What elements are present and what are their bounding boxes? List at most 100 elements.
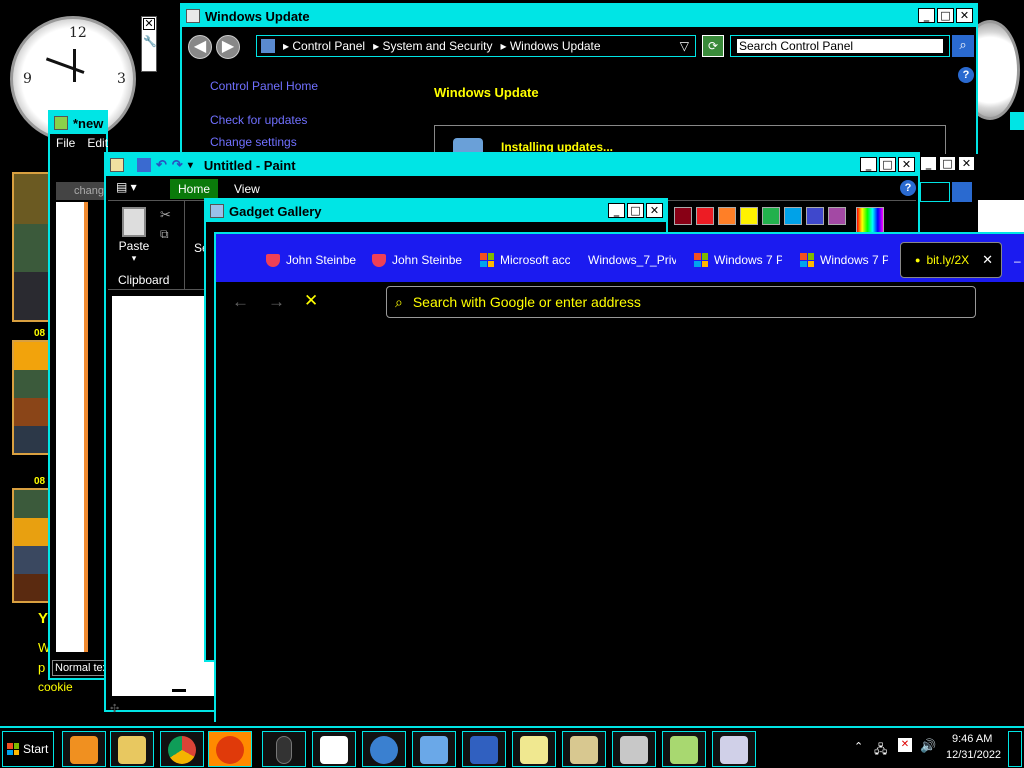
control-panel-home-link[interactable]: Control Panel Home	[210, 79, 318, 93]
color-swatch[interactable]	[806, 207, 824, 225]
title-bar[interactable]: *new 2 - Notepad++	[50, 112, 106, 134]
show-desktop-button[interactable]	[1008, 731, 1022, 767]
browser-tab[interactable]: Windows_7_Private	[588, 244, 676, 276]
address-bar[interactable]: ▸ Control Panel ▸ System and Security ▸ …	[256, 35, 696, 57]
media-player-icon[interactable]	[62, 731, 106, 767]
taskbar: Start ⌃ 🖧 ✕ 🔊 9:46 AM 12/31/2022	[0, 726, 1024, 768]
title-bar[interactable]: Windows Update	[182, 5, 976, 27]
breadcrumb-item[interactable]: ▸ Windows Update	[500, 39, 600, 53]
minimize-button[interactable]: _	[860, 157, 877, 172]
chevron-down-icon[interactable]: ▽	[680, 39, 689, 53]
color-swatch[interactable]	[762, 207, 780, 225]
maximize-button[interactable]: □	[937, 8, 954, 23]
forward-arrow-icon[interactable]: →	[268, 292, 285, 312]
refresh-button[interactable]: ⟳	[702, 35, 724, 57]
show-hidden-icons[interactable]: ⌃	[854, 740, 863, 753]
microsoft-icon	[800, 253, 814, 267]
minimize-button[interactable]: _	[920, 156, 937, 171]
search-icon[interactable]	[952, 182, 972, 202]
change-settings-link[interactable]: Change settings	[210, 135, 297, 149]
action-center-icon[interactable]: ✕	[898, 738, 912, 752]
clock-time[interactable]: 9:46 AM	[952, 733, 992, 745]
breadcrumb-item[interactable]: ▸ Control Panel	[283, 39, 365, 53]
menu-file[interactable]: File	[56, 136, 75, 150]
save-icon[interactable]	[137, 158, 151, 172]
forward-button[interactable]: ▶	[216, 35, 240, 59]
maximize-button[interactable]: □	[627, 203, 644, 218]
maximize-button[interactable]: □	[939, 156, 956, 171]
help-icon[interactable]: ?	[900, 180, 916, 196]
close-button[interactable]: ✕	[956, 8, 973, 23]
paint-menu-button[interactable]: ▤ ▾	[116, 180, 150, 198]
minimize-button[interactable]: _	[918, 8, 935, 23]
background-window-controls: _ □ ✕	[920, 154, 980, 218]
browser-tab-active[interactable]: ● bit.ly/2X ✕	[900, 242, 1002, 278]
windows-update-icon[interactable]	[712, 731, 756, 767]
start-button[interactable]: Start	[2, 731, 54, 767]
windows-logo-icon	[7, 743, 19, 755]
close-button[interactable]: ✕	[898, 157, 915, 172]
loading-dot-icon: ●	[915, 255, 921, 265]
search-control-panel-input[interactable]: Search Control Panel	[730, 35, 950, 57]
help-icon[interactable]: ?	[958, 67, 974, 83]
notepadpp-icon[interactable]	[662, 731, 706, 767]
maximize-button[interactable]: □	[879, 157, 896, 172]
color-swatch[interactable]	[740, 207, 758, 225]
color-swatch[interactable]	[696, 207, 714, 225]
file-explorer-icon[interactable]	[110, 731, 154, 767]
gadget-settings-icon[interactable]: 🔧	[143, 35, 157, 49]
tab-overflow[interactable]: –	[1014, 254, 1021, 268]
background-window-titlebar[interactable]	[1010, 112, 1024, 130]
color-swatch[interactable]	[718, 207, 736, 225]
fax-scan-icon[interactable]	[612, 731, 656, 767]
browser-tab[interactable]: John Steinbeck	[372, 244, 462, 276]
gadget-close-icon[interactable]: ✕	[143, 18, 155, 30]
redo-icon[interactable]: ↷	[172, 157, 183, 173]
tab-view[interactable]: View	[234, 179, 260, 199]
remote-desktop-icon[interactable]	[462, 731, 506, 767]
clock-date[interactable]: 12/31/2022	[946, 749, 1001, 761]
control-panel-icon[interactable]	[412, 731, 456, 767]
window-title: Windows Update	[205, 8, 310, 24]
copy-icon[interactable]: ⧉	[160, 227, 169, 242]
back-arrow-icon[interactable]: ←	[232, 292, 249, 312]
network-globe-icon[interactable]	[362, 731, 406, 767]
solitaire-icon[interactable]	[312, 731, 356, 767]
firefox-icon[interactable]	[208, 731, 252, 767]
search-icon[interactable]: ⌕	[952, 35, 974, 57]
title-bar[interactable]: ↶ ↷ ▾ Untitled - Paint	[106, 154, 918, 176]
page-title: Windows Update	[434, 85, 539, 100]
color-swatch[interactable]	[674, 207, 692, 225]
minimize-button[interactable]: _	[608, 203, 625, 218]
close-tab-icon[interactable]: ✕	[982, 252, 993, 268]
browser-tab[interactable]: John Steinbeck	[266, 244, 356, 276]
canvas-resize-handle[interactable]	[172, 689, 186, 692]
quick-access-dropdown-icon[interactable]: ▾	[188, 160, 193, 171]
chrome-icon[interactable]	[160, 731, 204, 767]
tab-change[interactable]: change	[56, 182, 106, 200]
menu-edit[interactable]: Edit	[87, 136, 108, 150]
sticky-notes-icon[interactable]	[512, 731, 556, 767]
color-swatch[interactable]	[828, 207, 846, 225]
tab-home[interactable]: Home	[170, 179, 218, 199]
breadcrumb-item[interactable]: ▸ System and Security	[373, 39, 492, 53]
stop-loading-icon[interactable]: ✕	[304, 291, 318, 311]
mouse-icon[interactable]	[262, 731, 306, 767]
undo-icon[interactable]: ↶	[156, 157, 167, 173]
check-for-updates-link[interactable]: Check for updates	[210, 113, 307, 127]
url-bar[interactable]: ⌕ Search with Google or enter address	[386, 286, 976, 318]
browser-tab[interactable]: Windows 7 Pr	[800, 244, 888, 276]
browser-tab[interactable]: Windows 7 Pr	[694, 244, 782, 276]
color-swatch[interactable]	[784, 207, 802, 225]
close-button[interactable]: ✕	[958, 156, 975, 171]
title-bar[interactable]: Gadget Gallery	[206, 200, 666, 222]
network-icon[interactable]: 🖧	[874, 740, 887, 761]
paste-button[interactable]: Paste ▾	[114, 205, 154, 265]
cut-icon[interactable]: ✂	[160, 207, 171, 223]
back-button[interactable]: ◀	[188, 35, 212, 59]
close-button[interactable]: ✕	[646, 203, 663, 218]
paint-icon[interactable]	[562, 731, 606, 767]
volume-icon[interactable]: 🔊	[920, 738, 936, 754]
browser-tab[interactable]: Microsoft acc	[480, 244, 570, 276]
edit-colors-button[interactable]	[856, 207, 884, 235]
